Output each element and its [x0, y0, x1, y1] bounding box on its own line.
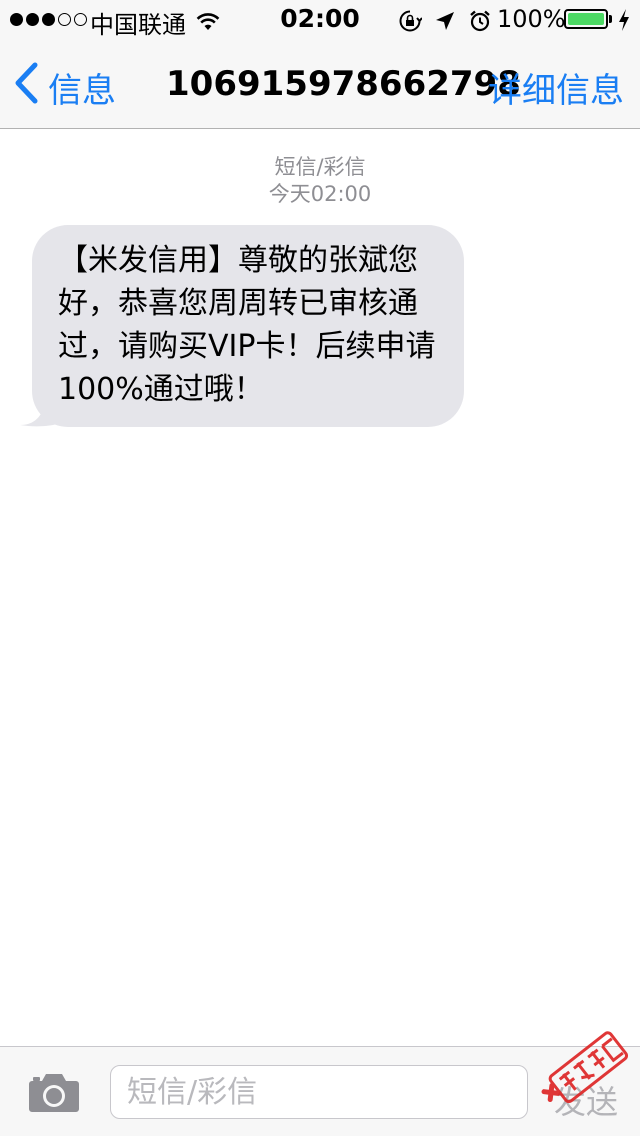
message-input[interactable] [110, 1065, 528, 1119]
camera-icon[interactable] [28, 1071, 80, 1117]
conversation-title: 106915978662798 [166, 64, 521, 104]
message-timestamp: 今天02:00 [268, 182, 372, 206]
conversation-header: 短信/彩信 今天02:00 [0, 154, 640, 208]
back-label: 信息 [48, 71, 116, 111]
back-button[interactable]: 信息 [14, 62, 116, 113]
chevron-left-icon [14, 62, 48, 113]
message-bubble-incoming[interactable]: 【米发信用】尊敬的张斌您好，恭喜您周周转已审核通过，请购买VIP卡！后续申请10… [20, 225, 464, 427]
service-label: 短信/彩信 [274, 155, 366, 179]
messages-screen: 中国联通 02:00 100% 信息 106915978662798 详细信息 … [0, 0, 640, 1136]
alarm-icon [468, 9, 492, 39]
compose-bar: 发送 [0, 1046, 640, 1136]
rotation-lock-icon [398, 9, 423, 39]
send-button[interactable]: 发送 [554, 1077, 618, 1123]
charging-bolt-icon [617, 8, 631, 38]
message-text: 【米发信用】尊敬的张斌您好，恭喜您周周转已审核通过，请购买VIP卡！后续申请10… [32, 225, 464, 427]
location-arrow-icon [434, 10, 456, 38]
status-bar: 中国联通 02:00 100% [0, 0, 640, 40]
details-button[interactable]: 详细信息 [488, 63, 624, 112]
battery-percentage: 100% [497, 5, 566, 33]
battery-icon [564, 9, 608, 29]
navigation-bar: 信息 106915978662798 详细信息 [0, 40, 640, 129]
